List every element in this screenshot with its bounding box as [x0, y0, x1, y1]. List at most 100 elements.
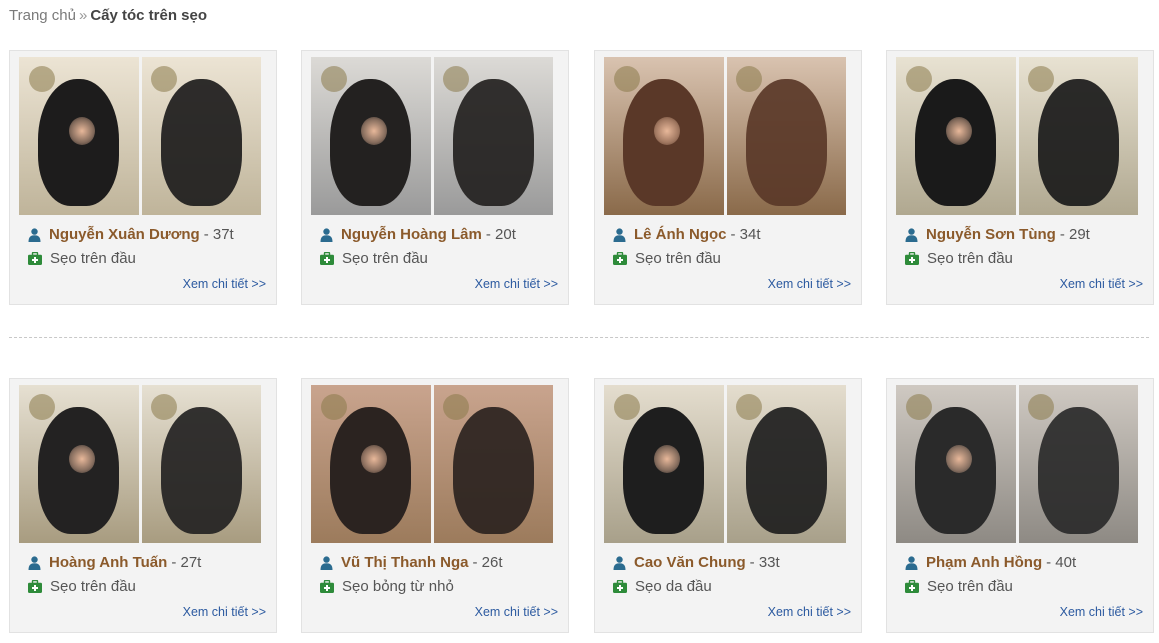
- case-card[interactable]: Nguyễn Xuân Dương - 37t Sẹo trên đầu Xem…: [9, 50, 277, 305]
- patient-name-link[interactable]: Hoàng Anh Tuấn: [49, 554, 167, 571]
- medical-kit-icon: [905, 580, 919, 593]
- patient-line: Nguyễn Hoàng Lâm - 20t: [320, 226, 516, 243]
- person-icon: [320, 555, 333, 570]
- view-detail-link[interactable]: Xem chi tiết >>: [475, 605, 558, 619]
- view-detail-link[interactable]: Xem chi tiết >>: [183, 605, 266, 619]
- breadcrumb-separator: »: [78, 7, 88, 24]
- before-photo: [19, 385, 139, 543]
- medical-kit-icon: [320, 580, 334, 593]
- patient-age: - 33t: [749, 554, 780, 571]
- before-after-photo[interactable]: [19, 385, 261, 543]
- patient-name-link[interactable]: Cao Văn Chung: [634, 554, 746, 571]
- person-icon: [28, 227, 41, 242]
- case-card[interactable]: Cao Văn Chung - 33t Sẹo da đầu Xem chi t…: [594, 378, 862, 633]
- breadcrumb-home-link[interactable]: Trang chủ: [9, 7, 76, 24]
- patient-line: Hoàng Anh Tuấn - 27t: [28, 554, 201, 571]
- case-card[interactable]: Phạm Anh Hồng - 40t Sẹo trên đầu Xem chi…: [886, 378, 1154, 633]
- patient-line: Cao Văn Chung - 33t: [613, 554, 780, 571]
- medical-kit-icon: [905, 252, 919, 265]
- case-type: Sẹo bỏng từ nhỏ: [342, 578, 454, 595]
- case-card[interactable]: Nguyễn Hoàng Lâm - 20t Sẹo trên đầu Xem …: [301, 50, 569, 305]
- before-after-photo[interactable]: [604, 385, 846, 543]
- before-after-photo[interactable]: [311, 57, 553, 215]
- after-photo: [726, 385, 846, 543]
- view-detail-link[interactable]: Xem chi tiết >>: [1060, 605, 1143, 619]
- person-icon: [613, 555, 626, 570]
- before-photo: [311, 385, 431, 543]
- medical-kit-icon: [320, 252, 334, 265]
- case-type-line: Sẹo trên đầu: [905, 250, 1013, 267]
- case-card[interactable]: Nguyễn Sơn Tùng - 29t Sẹo trên đầu Xem c…: [886, 50, 1154, 305]
- medical-kit-icon: [613, 580, 627, 593]
- patient-age: - 40t: [1046, 554, 1077, 571]
- breadcrumb: Trang chủ» Cấy tóc trên sẹo: [9, 7, 207, 24]
- patient-line: Lê Ánh Ngọc - 34t: [613, 226, 761, 243]
- case-type: Sẹo trên đầu: [342, 250, 428, 267]
- before-photo: [19, 57, 139, 215]
- view-detail-link[interactable]: Xem chi tiết >>: [1060, 277, 1143, 291]
- person-icon: [28, 555, 41, 570]
- case-type: Sẹo trên đầu: [635, 250, 721, 267]
- case-type: Sẹo trên đầu: [927, 250, 1013, 267]
- case-type-line: Sẹo da đầu: [613, 578, 712, 595]
- person-icon: [905, 227, 918, 242]
- case-type: Sẹo trên đầu: [927, 578, 1013, 595]
- patient-line: Vũ Thị Thanh Nga - 26t: [320, 554, 503, 571]
- patient-name-link[interactable]: Nguyễn Xuân Dương: [49, 226, 200, 243]
- after-photo: [1018, 385, 1138, 543]
- before-after-photo[interactable]: [311, 385, 553, 543]
- patient-age: - 26t: [472, 554, 503, 571]
- after-photo: [141, 385, 261, 543]
- patient-age: - 37t: [203, 226, 234, 243]
- after-photo: [141, 57, 261, 215]
- case-type-line: Sẹo trên đầu: [28, 250, 136, 267]
- patient-age: - 27t: [171, 554, 202, 571]
- case-type-line: Sẹo trên đầu: [28, 578, 136, 595]
- patient-age: - 20t: [485, 226, 516, 243]
- view-detail-link[interactable]: Xem chi tiết >>: [768, 605, 851, 619]
- before-photo: [604, 57, 724, 215]
- case-card[interactable]: Hoàng Anh Tuấn - 27t Sẹo trên đầu Xem ch…: [9, 378, 277, 633]
- after-photo: [433, 385, 553, 543]
- page-title: Cấy tóc trên sẹo: [90, 7, 208, 24]
- before-after-photo[interactable]: [896, 57, 1138, 215]
- patient-name-link[interactable]: Nguyễn Sơn Tùng: [926, 226, 1056, 243]
- patient-line: Nguyễn Sơn Tùng - 29t: [905, 226, 1090, 243]
- patient-line: Nguyễn Xuân Dương - 37t: [28, 226, 234, 243]
- patient-age: - 29t: [1059, 226, 1090, 243]
- medical-kit-icon: [28, 252, 42, 265]
- case-type: Sẹo trên đầu: [50, 578, 136, 595]
- person-icon: [613, 227, 626, 242]
- row-divider: [9, 337, 1149, 338]
- case-card[interactable]: Vũ Thị Thanh Nga - 26t Sẹo bỏng từ nhỏ X…: [301, 378, 569, 633]
- patient-name-link[interactable]: Lê Ánh Ngọc: [634, 226, 727, 243]
- medical-kit-icon: [28, 580, 42, 593]
- person-icon: [320, 227, 333, 242]
- case-type-line: Sẹo trên đầu: [320, 250, 428, 267]
- before-photo: [896, 385, 1016, 543]
- case-type-line: Sẹo trên đầu: [905, 578, 1013, 595]
- case-type-line: Sẹo trên đầu: [613, 250, 721, 267]
- before-photo: [604, 385, 724, 543]
- view-detail-link[interactable]: Xem chi tiết >>: [475, 277, 558, 291]
- patient-line: Phạm Anh Hồng - 40t: [905, 554, 1076, 571]
- before-photo: [311, 57, 431, 215]
- patient-name-link[interactable]: Phạm Anh Hồng: [926, 554, 1042, 571]
- after-photo: [1018, 57, 1138, 215]
- after-photo: [726, 57, 846, 215]
- view-detail-link[interactable]: Xem chi tiết >>: [768, 277, 851, 291]
- before-after-photo[interactable]: [19, 57, 261, 215]
- case-type: Sẹo trên đầu: [50, 250, 136, 267]
- before-photo: [896, 57, 1016, 215]
- case-card[interactable]: Lê Ánh Ngọc - 34t Sẹo trên đầu Xem chi t…: [594, 50, 862, 305]
- before-after-photo[interactable]: [604, 57, 846, 215]
- view-detail-link[interactable]: Xem chi tiết >>: [183, 277, 266, 291]
- patient-name-link[interactable]: Vũ Thị Thanh Nga: [341, 554, 469, 571]
- after-photo: [433, 57, 553, 215]
- before-after-photo[interactable]: [896, 385, 1138, 543]
- medical-kit-icon: [613, 252, 627, 265]
- case-type-line: Sẹo bỏng từ nhỏ: [320, 578, 454, 595]
- case-type: Sẹo da đầu: [635, 578, 712, 595]
- patient-name-link[interactable]: Nguyễn Hoàng Lâm: [341, 226, 482, 243]
- person-icon: [905, 555, 918, 570]
